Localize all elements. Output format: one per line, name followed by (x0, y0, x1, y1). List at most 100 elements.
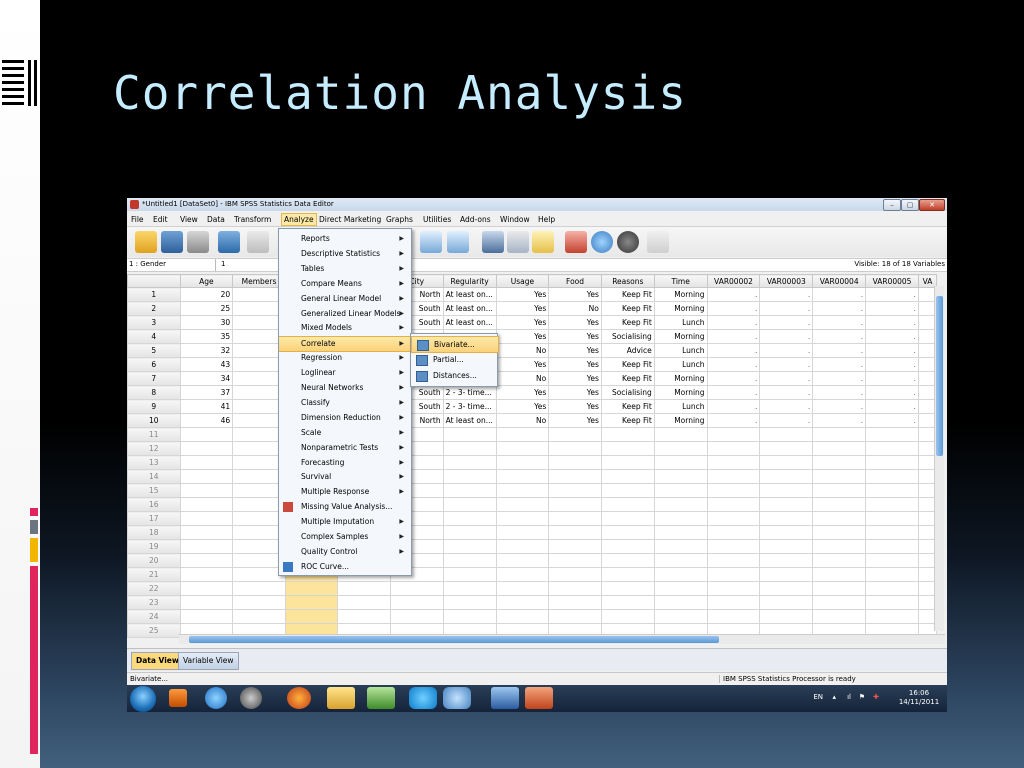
menu-item-tables[interactable]: Tables ▶ (279, 262, 411, 276)
data-cell[interactable] (179, 539, 234, 554)
data-cell[interactable] (706, 483, 761, 498)
menu-item-descriptive-statistics[interactable]: Descriptive Statistics ▶ (279, 247, 411, 261)
data-cell[interactable] (759, 581, 814, 596)
close-button[interactable]: ✕ (919, 199, 945, 211)
row-number[interactable]: 17 (127, 511, 181, 526)
data-cell[interactable] (600, 469, 655, 484)
data-cell[interactable] (495, 469, 550, 484)
data-cell[interactable] (232, 609, 286, 624)
data-cell[interactable]: Morning (653, 413, 708, 428)
data-cell[interactable] (759, 469, 814, 484)
menu-help[interactable]: Help (538, 215, 555, 224)
data-cell[interactable]: . (812, 329, 867, 344)
hp-icon[interactable] (240, 687, 262, 709)
menu-item-general-linear-model[interactable]: General Linear Model ▶ (279, 292, 411, 306)
data-cell[interactable]: Yes (495, 287, 550, 302)
data-cell[interactable]: . (865, 399, 919, 414)
data-cell[interactable] (548, 525, 602, 540)
data-cell[interactable] (548, 497, 602, 512)
data-cell[interactable] (653, 455, 708, 470)
data-cell[interactable] (653, 581, 708, 596)
data-cell[interactable] (759, 441, 814, 456)
data-cell[interactable] (706, 525, 761, 540)
data-cell[interactable] (759, 455, 814, 470)
data-cell[interactable] (812, 567, 867, 582)
data-cell[interactable]: . (865, 315, 919, 330)
data-cell[interactable]: . (812, 315, 867, 330)
data-cell[interactable] (706, 497, 761, 512)
data-cell[interactable]: At least on... (442, 287, 497, 302)
column-header[interactable]: VAR00005 (865, 274, 919, 288)
dialog-recall-icon[interactable] (218, 231, 240, 253)
data-cell[interactable] (865, 581, 919, 596)
data-cell[interactable] (548, 483, 602, 498)
data-cell[interactable]: Yes (548, 343, 602, 358)
data-cell[interactable]: . (865, 357, 919, 372)
data-cell[interactable]: At least on... (442, 315, 497, 330)
clock[interactable]: 16:06 14/11/2011 (897, 689, 941, 707)
data-cell[interactable] (706, 609, 761, 624)
data-cell[interactable]: . (706, 371, 761, 386)
data-cell[interactable] (548, 469, 602, 484)
data-cell[interactable] (653, 595, 708, 610)
column-header[interactable]: VAR00003 (759, 274, 814, 288)
data-cell[interactable] (759, 497, 814, 512)
row-number[interactable]: 12 (127, 441, 181, 456)
data-cell[interactable] (706, 511, 761, 526)
data-cell[interactable]: 25 (179, 301, 234, 316)
menu-data[interactable]: Data (207, 215, 225, 224)
data-cell[interactable]: 34 (179, 371, 234, 386)
data-cell[interactable] (495, 511, 550, 526)
menu-item-quality-control[interactable]: Quality Control ▶ (279, 545, 411, 559)
data-cell[interactable]: Advice (600, 343, 655, 358)
data-cell[interactable]: . (812, 371, 867, 386)
data-cell[interactable]: Morning (653, 385, 708, 400)
data-cell[interactable] (337, 595, 391, 610)
data-cell[interactable]: Yes (548, 315, 602, 330)
horizontal-scroll-thumb[interactable] (189, 636, 719, 643)
data-cell[interactable]: Yes (548, 329, 602, 344)
data-cell[interactable]: . (865, 371, 919, 386)
value-labels-icon[interactable] (565, 231, 587, 253)
start-button-icon[interactable] (130, 686, 156, 712)
menu-item-compare-means[interactable]: Compare Means ▶ (279, 277, 411, 291)
menu-graphs[interactable]: Graphs (386, 215, 413, 224)
data-cell[interactable]: . (812, 399, 867, 414)
data-cell[interactable] (812, 497, 867, 512)
menu-item-neural-networks[interactable]: Neural Networks ▶ (279, 381, 411, 395)
row-number[interactable]: 5 (127, 343, 181, 358)
data-cell[interactable] (812, 469, 867, 484)
data-cell[interactable] (389, 595, 444, 610)
data-cell[interactable] (865, 511, 919, 526)
data-cell[interactable]: Morning (653, 371, 708, 386)
menu-item-reports[interactable]: Reports ▶ (279, 232, 411, 246)
data-cell[interactable] (495, 581, 550, 596)
submenu-item-distances[interactable]: Distances... (411, 368, 497, 383)
data-cell[interactable] (653, 511, 708, 526)
menu-view[interactable]: View (180, 215, 198, 224)
data-cell[interactable] (759, 427, 814, 442)
data-cell[interactable] (548, 427, 602, 442)
print-icon[interactable] (187, 231, 209, 253)
data-cell[interactable] (495, 427, 550, 442)
vertical-scrollbar[interactable] (934, 286, 944, 631)
data-cell[interactable] (600, 553, 655, 568)
data-cell[interactable] (706, 427, 761, 442)
data-cell[interactable]: Keep Fit (600, 371, 655, 386)
spss-taskbar-icon[interactable] (443, 687, 471, 709)
data-cell[interactable] (812, 595, 867, 610)
data-cell[interactable] (179, 581, 234, 596)
row-number[interactable]: 9 (127, 399, 181, 414)
data-cell[interactable] (653, 567, 708, 582)
data-cell[interactable] (389, 581, 444, 596)
data-cell[interactable]: . (706, 413, 761, 428)
data-cell[interactable] (442, 483, 497, 498)
data-cell[interactable] (706, 553, 761, 568)
data-cell[interactable] (600, 483, 655, 498)
data-cell[interactable]: Socialising (600, 385, 655, 400)
column-header[interactable]: Time (653, 274, 708, 288)
data-cell[interactable]: Lunch (653, 357, 708, 372)
show-all-icon[interactable] (617, 231, 639, 253)
data-cell[interactable] (865, 483, 919, 498)
split-file-icon[interactable] (447, 231, 469, 253)
